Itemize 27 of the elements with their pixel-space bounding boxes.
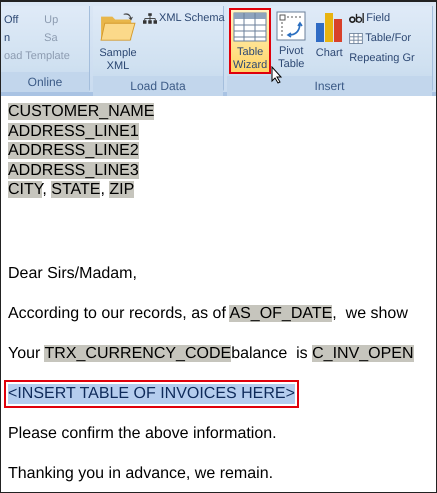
text-field-icon [349, 13, 364, 23]
ribbon-command[interactable]: Off [4, 14, 30, 26]
ribbon-command[interactable]: Field [349, 12, 415, 24]
pivot-table-icon [276, 11, 306, 41]
folder-icon [98, 11, 138, 43]
ribbon-command[interactable]: Table/For [349, 32, 415, 44]
letter-paragraph: Dear Sirs/Madam, [8, 264, 138, 284]
bar-chart-icon [314, 11, 344, 43]
letter-paragraph: Your TRX_CURRENCY_CODEbalance is C_INV_OPEN [8, 344, 414, 364]
table-icon [349, 32, 364, 44]
letter-paragraph: According to our records, as of AS_OF_DATE, we show [8, 304, 409, 324]
ribbon-command[interactable]: n [4, 32, 30, 44]
placeholder-text: <INSERT TABLE OF INVOICES HERE> [8, 384, 295, 404]
ribbon-button[interactable]: Pivot Table [273, 8, 310, 74]
ribbon-command[interactable]: Repeating Gr [349, 52, 415, 64]
mouse-pointer-icon [271, 66, 283, 84]
ribbon-button[interactable]: Chart [311, 8, 348, 74]
address-line: CITY, STATE, ZIP [8, 180, 136, 200]
group-label: Insert [227, 76, 432, 96]
letter-paragraph: Please confirm the above information. [8, 424, 278, 444]
ribbon-command[interactable]: XML Schema [143, 12, 225, 24]
table-icon [233, 12, 268, 42]
group-label: Load Data [93, 76, 223, 96]
group-label: Online [1, 72, 89, 92]
ribbon-button[interactable]: Sample XML [95, 8, 141, 74]
hierarchy-icon [143, 12, 157, 24]
letter-paragraph: Thanking you in advance, we remain. [8, 464, 274, 484]
